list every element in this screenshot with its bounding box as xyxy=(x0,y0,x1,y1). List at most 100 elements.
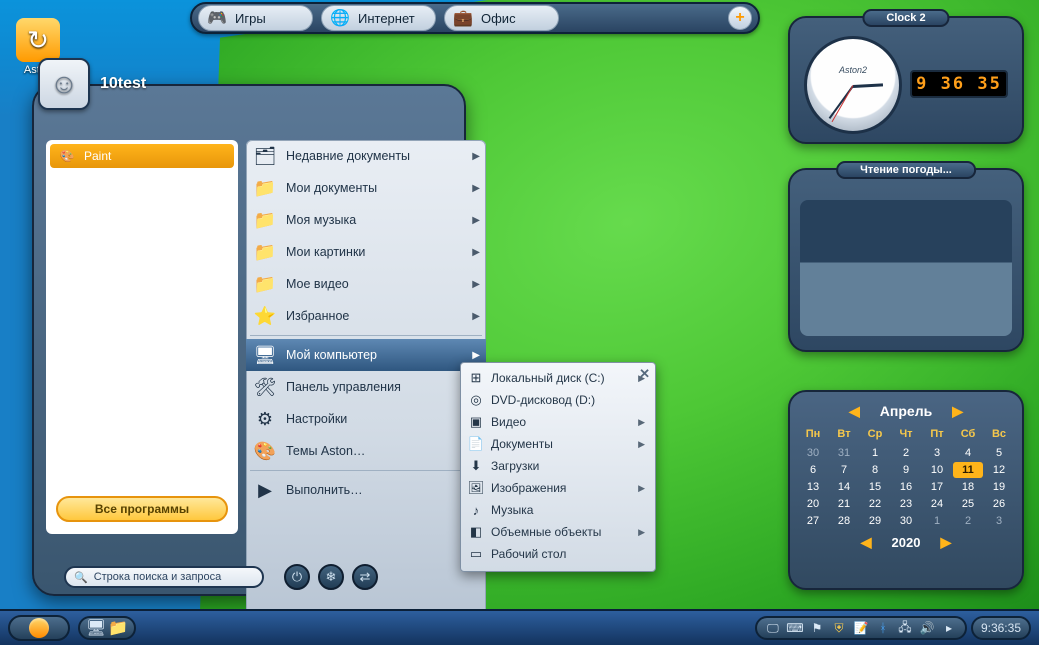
calendar-day[interactable]: 2 xyxy=(891,445,921,461)
place-my-documents[interactable]: 📁 Мои документы ▶ xyxy=(246,172,486,204)
separator xyxy=(250,335,482,336)
calendar-day[interactable]: 16 xyxy=(891,479,921,495)
place-my-pictures[interactable]: 📁 Мои картинки ▶ xyxy=(246,236,486,268)
submenu-item[interactable]: ⬇Загрузки xyxy=(461,455,655,477)
place-my-computer[interactable]: 🖥 Мой компьютер ▶ xyxy=(246,339,486,371)
volume-icon[interactable]: 🔊 xyxy=(919,620,935,636)
calendar-day[interactable]: 17 xyxy=(922,479,952,495)
submenu-item[interactable]: ◧Объемные объекты▶ xyxy=(461,521,655,543)
calendar-day[interactable]: 6 xyxy=(798,462,828,478)
next-month-button[interactable]: ▶ xyxy=(952,403,963,420)
weather-widget[interactable]: Чтение погоды... xyxy=(788,168,1024,352)
calendar-day[interactable]: 31 xyxy=(829,445,859,461)
widget-title: Clock 2 xyxy=(862,9,949,27)
clock-brand: Aston2 xyxy=(807,65,899,75)
all-programs-button[interactable]: Все программы xyxy=(56,496,228,522)
shield-icon[interactable]: ⛨ xyxy=(831,620,847,636)
lock-button[interactable]: ❄ xyxy=(318,564,344,590)
calendar-day[interactable]: 21 xyxy=(829,496,859,512)
explorer-quick-icon[interactable]: 📁 xyxy=(110,620,126,636)
submenu-item[interactable]: ⊞Локальный диск (C:)▶ xyxy=(461,367,655,389)
clock-widget[interactable]: Clock 2 Aston2 9 36 35 xyxy=(788,16,1024,144)
place-control-panel[interactable]: 🛠 Панель управления ▶ xyxy=(246,371,486,403)
launcher-games[interactable]: 🎮 Игры xyxy=(198,5,313,31)
calendar-month-label: Апрель xyxy=(880,403,932,419)
place-run[interactable]: ▶ Выполнить… xyxy=(246,474,486,506)
calendar-day[interactable]: 14 xyxy=(829,479,859,495)
place-themes[interactable]: 🎨 Темы Aston… xyxy=(246,435,486,467)
calendar-day[interactable]: 3 xyxy=(922,445,952,461)
calendar-day[interactable]: 27 xyxy=(798,513,828,529)
start-menu-pinned-panel: 🎨 Paint Все программы xyxy=(46,140,238,534)
next-year-button[interactable]: ▶ xyxy=(940,534,951,551)
submenu-item[interactable]: 📄Документы▶ xyxy=(461,433,655,455)
launcher-add-button[interactable]: + xyxy=(728,6,752,30)
quick-launch[interactable]: 🖥 📁 xyxy=(78,616,136,640)
launcher-internet[interactable]: 🌐 Интернет xyxy=(321,5,436,31)
calendar-day[interactable]: 5 xyxy=(984,445,1014,461)
place-my-music[interactable]: 📁 Моя музыка ▶ xyxy=(246,204,486,236)
submenu-item[interactable]: ◎DVD-дисковод (D:) xyxy=(461,389,655,411)
calendar-day[interactable]: 22 xyxy=(860,496,890,512)
calendar-day[interactable]: 23 xyxy=(891,496,921,512)
aston-icon: ↻ xyxy=(16,18,60,62)
calendar-day[interactable]: 2 xyxy=(953,513,983,529)
submenu-item[interactable]: 🖼Изображения▶ xyxy=(461,477,655,499)
calendar-day[interactable]: 8 xyxy=(860,462,890,478)
place-favorites[interactable]: ⭐ Избранное ▶ xyxy=(246,300,486,332)
place-recent-documents[interactable]: 🗂 Недавние документы ▶ xyxy=(246,140,486,172)
calendar-day[interactable]: 19 xyxy=(984,479,1014,495)
calendar-dow: Ср xyxy=(860,424,890,444)
network-icon[interactable]: 🖧 xyxy=(897,620,913,636)
calendar-day[interactable]: 9 xyxy=(891,462,921,478)
calendar-day[interactable]: 26 xyxy=(984,496,1014,512)
calendar-day[interactable]: 7 xyxy=(829,462,859,478)
search-icon: 🔍 xyxy=(74,571,88,584)
calendar-day[interactable]: 24 xyxy=(922,496,952,512)
calendar-day[interactable]: 11 xyxy=(953,462,983,478)
close-icon[interactable]: ✕ xyxy=(639,366,650,382)
calendar-day[interactable]: 12 xyxy=(984,462,1014,478)
calendar-day[interactable]: 28 xyxy=(829,513,859,529)
desktop-quick-icon[interactable]: 🖥 xyxy=(88,620,104,636)
monitor-icon[interactable]: 🖵 xyxy=(765,620,781,636)
logoff-button[interactable]: ⇄ xyxy=(352,564,378,590)
calendar-day[interactable]: 20 xyxy=(798,496,828,512)
calendar-day[interactable]: 1 xyxy=(860,445,890,461)
power-button[interactable]: ⏻ xyxy=(284,564,310,590)
start-button[interactable] xyxy=(8,615,70,641)
pinned-paint[interactable]: 🎨 Paint xyxy=(50,144,234,168)
calendar-day[interactable]: 18 xyxy=(953,479,983,495)
submenu-item[interactable]: ▣Видео▶ xyxy=(461,411,655,433)
calendar-day[interactable]: 4 xyxy=(953,445,983,461)
tray-expand-icon[interactable]: ▸ xyxy=(941,620,957,636)
note-icon[interactable]: 📝 xyxy=(853,620,869,636)
flag-icon[interactable]: ⚑ xyxy=(809,620,825,636)
start-menu-user: ☺ 10test xyxy=(38,58,146,110)
calendar-day[interactable]: 10 xyxy=(922,462,952,478)
calendar-day[interactable]: 30 xyxy=(891,513,921,529)
folder-video-icon: 📁 xyxy=(252,271,278,297)
taskbar-clock[interactable]: 9:36:35 xyxy=(971,616,1031,640)
calendar-day[interactable]: 25 xyxy=(953,496,983,512)
submenu-item-label: Музыка xyxy=(491,503,533,517)
calendar-day[interactable]: 30 xyxy=(798,445,828,461)
start-menu-search-input[interactable]: 🔍 Строка поиска и запроса xyxy=(64,566,264,588)
calendar-day[interactable]: 15 xyxy=(860,479,890,495)
keyboard-icon[interactable]: ⌨ xyxy=(787,620,803,636)
place-my-video[interactable]: 📁 Мое видео ▶ xyxy=(246,268,486,300)
calendar-widget[interactable]: ◀ Апрель ▶ ПнВтСрЧтПтСбВс303112345678910… xyxy=(788,390,1024,590)
avatar[interactable]: ☺ xyxy=(38,58,90,110)
calendar-day[interactable]: 1 xyxy=(922,513,952,529)
bluetooth-icon[interactable]: ᚼ xyxy=(875,620,891,636)
submenu-item-label: Объемные объекты xyxy=(491,525,601,539)
prev-month-button[interactable]: ◀ xyxy=(849,403,860,420)
submenu-item[interactable]: ▭Рабочий стол xyxy=(461,543,655,565)
submenu-item[interactable]: ♪Музыка xyxy=(461,499,655,521)
calendar-day[interactable]: 29 xyxy=(860,513,890,529)
launcher-office[interactable]: 💼 Офис xyxy=(444,5,559,31)
place-settings[interactable]: ⚙ Настройки ▶ xyxy=(246,403,486,435)
prev-year-button[interactable]: ◀ xyxy=(861,534,872,551)
calendar-day[interactable]: 13 xyxy=(798,479,828,495)
calendar-day[interactable]: 3 xyxy=(984,513,1014,529)
